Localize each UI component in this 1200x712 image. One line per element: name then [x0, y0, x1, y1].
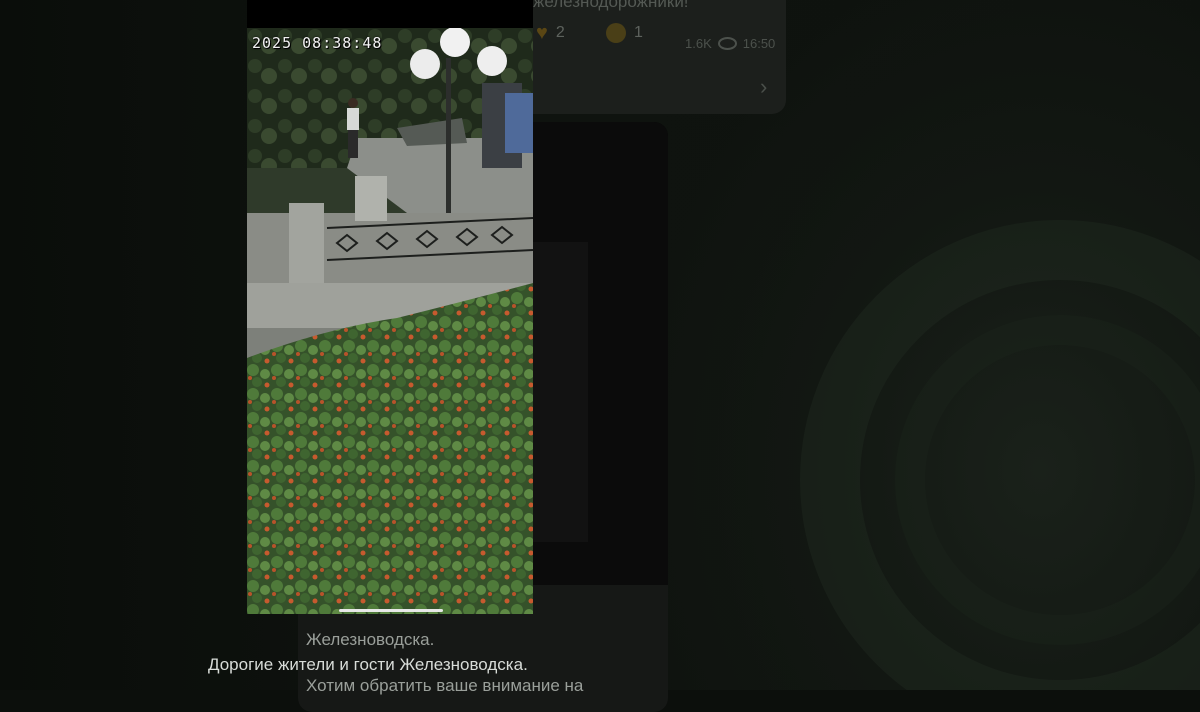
view-count: 1.6K [685, 36, 712, 51]
heart-icon: ♥ [536, 21, 548, 44]
media-caption: Дорогие жители и гости Железноводска. [208, 655, 528, 674]
message-time: 16:50 [742, 36, 776, 51]
media-shade [533, 242, 588, 542]
grin-emoji-icon [606, 23, 626, 43]
video-top-bar [247, 0, 533, 28]
video-progress-bar[interactable] [339, 609, 443, 612]
message-meta: 1.6K 16:50 [685, 36, 775, 51]
video-player[interactable]: 2025 08:38:48 [247, 28, 533, 614]
chevron-right-icon[interactable]: › [760, 74, 767, 100]
eye-icon [717, 37, 737, 50]
chat-wallpaper-pattern [800, 220, 1200, 690]
previous-message-text: железнодорожники! [533, 0, 689, 11]
reaction-count: 2 [555, 24, 565, 41]
reaction-heart[interactable]: ♥ 2 [536, 20, 565, 46]
video-frame [247, 28, 533, 614]
camera-timestamp: 2025 08:38:48 [252, 34, 383, 52]
reaction-count: 1 [634, 24, 643, 41]
reaction-grin[interactable]: 1 [606, 20, 643, 46]
